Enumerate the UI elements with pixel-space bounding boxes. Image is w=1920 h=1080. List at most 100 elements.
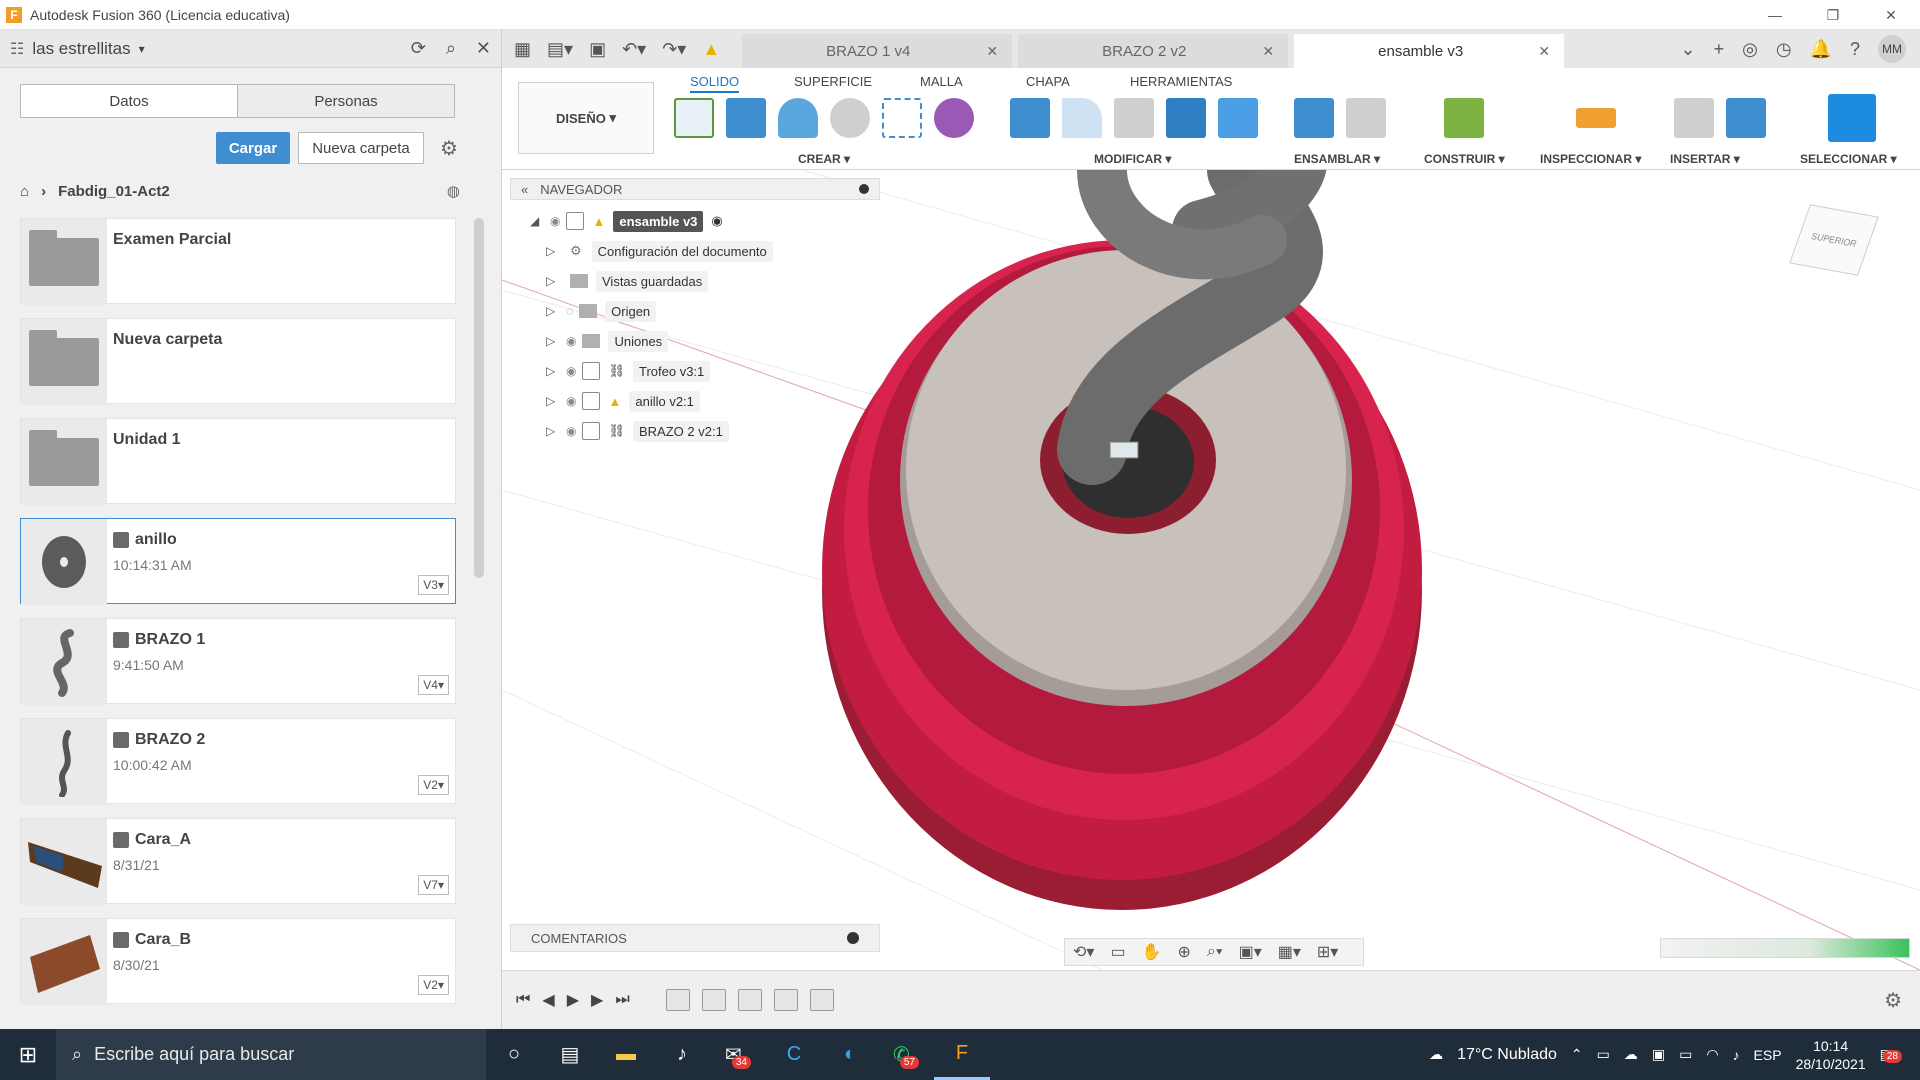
next-step-icon[interactable]: ▶: [591, 990, 603, 1010]
joint-icon[interactable]: [1346, 98, 1386, 138]
eye-icon[interactable]: ◉: [566, 394, 576, 408]
eye-icon[interactable]: ◉: [566, 364, 576, 378]
extensions-icon[interactable]: ◎: [1742, 39, 1758, 60]
expand-triangle-icon[interactable]: ▷: [546, 334, 560, 348]
undo-icon[interactable]: ↶▾: [622, 39, 646, 60]
gear-icon[interactable]: ⚙: [440, 136, 458, 161]
sketch-icon[interactable]: [674, 98, 714, 138]
zoom-icon[interactable]: ⊕: [1177, 942, 1190, 962]
list-item[interactable]: Unidad 1: [20, 418, 456, 505]
viewports-icon[interactable]: ⊞▾: [1317, 942, 1338, 962]
split-icon[interactable]: [1218, 98, 1258, 138]
look-at-icon[interactable]: ▭: [1110, 942, 1125, 962]
measure-icon[interactable]: [1576, 108, 1616, 128]
list-item[interactable]: Examen Parcial: [20, 218, 456, 305]
close-tab-icon[interactable]: ✕: [1538, 43, 1550, 60]
show-hidden-icons[interactable]: ⌃: [1571, 1046, 1583, 1063]
list-item[interactable]: BRAZO 1 9:41:50 AM V4▾: [20, 618, 456, 705]
version-badge[interactable]: V4▾: [418, 675, 449, 695]
tab-herramientas[interactable]: HERRAMIENTAS: [1130, 74, 1232, 89]
notifications-icon[interactable]: ▤28: [1880, 1046, 1902, 1063]
version-badge[interactable]: V7▾: [418, 875, 449, 895]
tab-solido[interactable]: SOLIDO: [690, 74, 740, 93]
close-icon[interactable]: ✕: [1862, 0, 1920, 30]
tiktok-icon[interactable]: ♪: [654, 1029, 710, 1080]
volume-icon[interactable]: ♪: [1733, 1047, 1740, 1063]
tree-item[interactable]: ▷ ◉ Uniones: [510, 326, 880, 356]
new-tab-icon[interactable]: +: [1714, 39, 1725, 60]
battery-icon[interactable]: ▭: [1679, 1046, 1692, 1063]
list-item[interactable]: Cara_A 8/31/21 V7▾: [20, 818, 456, 905]
language-indicator[interactable]: ESP: [1754, 1047, 1782, 1063]
list-item[interactable]: BRAZO 2 10:00:42 AM V2▾: [20, 718, 456, 805]
group-insertar[interactable]: INSERTAR ▾: [1670, 152, 1740, 166]
redo-icon[interactable]: ↷▾: [662, 39, 686, 60]
whatsapp-icon[interactable]: ✆ 57: [878, 1029, 934, 1080]
last-step-icon[interactable]: ⏭: [615, 991, 629, 1009]
revolve-icon[interactable]: [778, 98, 818, 138]
expand-triangle-icon[interactable]: ▷: [546, 394, 560, 408]
fusion-taskbar-icon[interactable]: F: [934, 1029, 990, 1080]
offset-plane-icon[interactable]: [1444, 98, 1484, 138]
select-icon[interactable]: [1828, 94, 1876, 142]
eye-icon[interactable]: ◉: [550, 214, 560, 228]
timeline-feature[interactable]: [809, 989, 834, 1011]
timeline-settings-icon[interactable]: ⚙: [1884, 988, 1902, 1013]
expand-triangle-icon[interactable]: ▷: [546, 274, 560, 288]
app-c-icon[interactable]: C: [766, 1029, 822, 1080]
file-list-scrollbar[interactable]: [474, 218, 484, 578]
timeline-feature[interactable]: [737, 989, 762, 1011]
insert-derive-icon[interactable]: [1674, 98, 1714, 138]
form-icon[interactable]: [934, 98, 974, 138]
collapse-icon[interactable]: «: [521, 182, 528, 197]
version-badge[interactable]: V3▾: [418, 575, 449, 595]
apps-grid-icon[interactable]: ▦: [514, 39, 531, 60]
viewport-canvas[interactable]: SUPERIOR « NAVEGADOR ◢ ◉ ▲ ensamble v3 ◉…: [502, 170, 1920, 970]
shell-icon[interactable]: [1114, 98, 1154, 138]
tree-item[interactable]: ▷ ◌ Origen: [510, 296, 880, 326]
job-status-icon[interactable]: ◷: [1776, 39, 1792, 60]
file-explorer-icon[interactable]: ▬: [598, 1029, 654, 1080]
task-view-icon[interactable]: ▤: [542, 1029, 598, 1080]
version-badge[interactable]: V2▾: [418, 975, 449, 995]
group-construir[interactable]: CONSTRUIR ▾: [1424, 152, 1505, 166]
edge-icon[interactable]: ◐: [822, 1029, 878, 1080]
tab-personas[interactable]: Personas: [238, 85, 454, 117]
taskbar-search[interactable]: ⌕ Escribe aquí para buscar: [56, 1029, 486, 1080]
eye-hidden-icon[interactable]: ◌: [566, 304, 573, 318]
workspace-selector[interactable]: DISEÑO ▾: [518, 82, 654, 154]
timeline-feature[interactable]: [773, 989, 798, 1011]
wifi-icon[interactable]: ◠: [1706, 1046, 1718, 1063]
list-item[interactable]: Cara_B 8/30/21 V2▾: [20, 918, 456, 1005]
tree-root[interactable]: ◢ ◉ ▲ ensamble v3 ◉: [510, 206, 880, 236]
collapse-triangle-icon[interactable]: ◢: [530, 214, 544, 228]
chevron-down-icon[interactable]: ⌄: [1681, 39, 1696, 60]
expand-triangle-icon[interactable]: ▷: [546, 424, 560, 438]
browser-header[interactable]: « NAVEGADOR: [510, 178, 880, 200]
globe-icon[interactable]: ◍: [447, 182, 460, 200]
tree-item[interactable]: ▷ ◉ ▲ anillo v2:1: [510, 386, 880, 416]
tree-item[interactable]: ▷ ◉ ⛓ BRAZO 2 v2:1: [510, 416, 880, 446]
cortana-icon[interactable]: ○: [486, 1029, 542, 1080]
activate-radio-icon[interactable]: ◉: [711, 213, 722, 229]
tree-item[interactable]: ▷ ◉ ⛓ Trofeo v3:1: [510, 356, 880, 386]
extrude-icon[interactable]: [726, 98, 766, 138]
new-folder-button[interactable]: Nueva carpeta: [298, 132, 424, 164]
browser-options-icon[interactable]: [859, 184, 869, 194]
canvas-image-icon[interactable]: [1726, 98, 1766, 138]
orbit-icon[interactable]: ⟲▾: [1073, 942, 1094, 962]
first-step-icon[interactable]: ⏮: [516, 991, 530, 1009]
group-inspeccionar[interactable]: INSPECCIONAR ▾: [1540, 152, 1641, 166]
weather-icon[interactable]: ☁: [1429, 1046, 1443, 1063]
team-selector[interactable]: ☷ las estrellitas ▾: [10, 39, 145, 59]
search-icon[interactable]: ⌕: [446, 38, 456, 59]
previous-step-icon[interactable]: ◀: [542, 990, 554, 1010]
eye-icon[interactable]: ◉: [566, 334, 576, 348]
close-panel-icon[interactable]: ✕: [476, 38, 491, 59]
tree-item[interactable]: ▷ Vistas guardadas: [510, 266, 880, 296]
warning-icon[interactable]: ▲: [702, 39, 720, 60]
new-component-icon[interactable]: [1294, 98, 1334, 138]
tab-malla[interactable]: MALLA: [920, 74, 963, 89]
upload-button[interactable]: Cargar: [216, 132, 290, 164]
tab-chapa[interactable]: CHAPA: [1026, 74, 1070, 89]
